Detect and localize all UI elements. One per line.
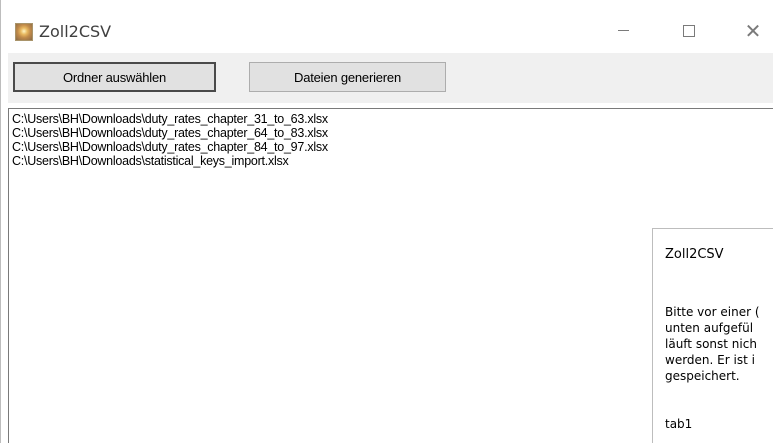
window-title: Zoll2CSV [39,22,112,41]
list-item[interactable]: C:\Users\BH\Downloads\duty_rates_chapter… [10,112,328,126]
maximize-icon [683,24,695,37]
maximize-button[interactable] [666,8,712,53]
window-border [0,0,8,443]
dialog-message-line: werden. Er ist i [665,353,755,367]
dialog-message-line: gespeichert. [665,369,740,383]
toolbar: Ordner auswählen Dateien generieren [8,53,773,103]
message-dialog: Zoll2CSV Bitte vor einer ( unten aufgefü… [652,228,773,443]
generate-files-button[interactable]: Dateien generieren [249,62,446,92]
close-button[interactable]: ✕ [730,8,773,53]
dialog-message-line: unten aufgefül [665,321,754,335]
file-list-items: C:\Users\BH\Downloads\duty_rates_chapter… [10,112,328,168]
dialog-message: Bitte vor einer ( unten aufgefül läuft s… [665,304,760,384]
minimize-button[interactable] [600,8,646,53]
list-item[interactable]: C:\Users\BH\Downloads\statistical_keys_i… [10,154,328,168]
dialog-title: Zoll2CSV [665,247,724,262]
main-window: Zoll2CSV ✕ Ordner auswählen Dateien gene… [0,0,773,443]
dialog-message-line: Bitte vor einer ( [665,305,760,319]
close-icon: ✕ [744,18,762,43]
list-item[interactable]: C:\Users\BH\Downloads\duty_rates_chapter… [10,126,328,140]
app-icon [15,23,33,41]
dialog-tab-label: tab1 [665,417,693,431]
list-item[interactable]: C:\Users\BH\Downloads\duty_rates_chapter… [10,140,328,154]
select-folder-button[interactable]: Ordner auswählen [13,62,216,92]
title-bar[interactable]: Zoll2CSV ✕ [8,8,773,53]
minimize-icon [617,30,629,31]
dialog-message-line: läuft sonst nich [665,337,757,351]
